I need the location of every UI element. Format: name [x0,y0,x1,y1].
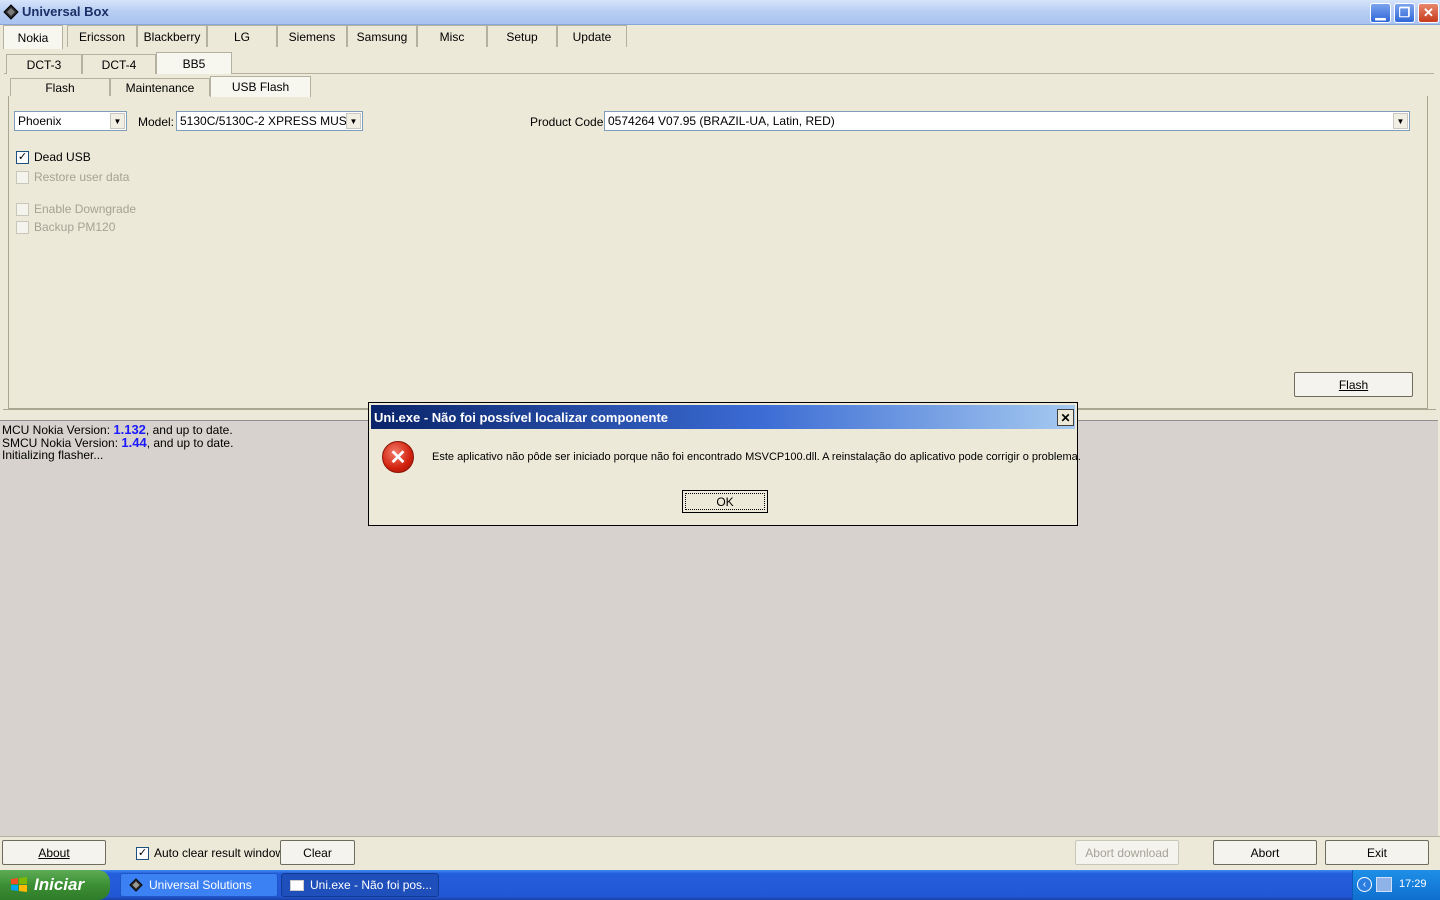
taskbar-item-uni-exe[interactable]: Uni.exe - Não foi pos... [281,873,439,897]
error-dialog: Uni.exe - Não foi possível localizar com… [368,402,1081,526]
ok-button[interactable]: OK [682,490,768,513]
clear-button[interactable]: Clear [280,840,355,865]
auto-clear-checkbox[interactable]: ✓ [136,847,149,860]
usb-flash-panel [8,96,1428,409]
dead-usb-label: Dead USB [34,150,91,164]
chevron-down-icon: ▼ [1393,113,1408,129]
network-icon[interactable] [1376,877,1392,892]
tab-siemens[interactable]: Siemens [277,25,347,47]
error-icon: ✕ [382,441,414,473]
tab-ericsson[interactable]: Ericsson [67,25,137,47]
backup-pm120-label: Backup PM120 [34,220,116,234]
tab-bb5[interactable]: BB5 [156,52,232,74]
tab-usb-flash[interactable]: USB Flash [210,76,311,97]
log-line: Initializing flasher... [2,448,104,462]
app-icon [129,878,143,892]
model-select[interactable]: 5130C/5130C-2 XPRESS MUSIC ( ▼ [176,111,363,131]
taskbar-item-universal-solutions[interactable]: Universal Solutions [120,873,278,897]
checkmark-icon: ✓ [17,151,28,163]
taskbar: Iniciar Universal Solutions Uni.exe - Nã… [0,870,1440,900]
app-icon [3,4,19,20]
tab-lg[interactable]: LG [207,25,277,47]
dead-usb-checkbox[interactable]: ✓ [16,151,29,164]
windows-logo-icon [11,877,27,892]
tab-samsung[interactable]: Samsung [347,25,417,47]
enable-downgrade-label: Enable Downgrade [34,202,137,216]
minimize-icon: ▁ [1375,5,1386,20]
window-title: Universal Box [22,4,109,19]
clock: 17:29 [1399,878,1427,890]
dialog-title: Uni.exe - Não foi possível localizar com… [374,410,669,425]
chevron-down-icon: ▼ [110,113,125,129]
restore-button[interactable]: ❐ [1394,3,1415,23]
dialog-title-bar[interactable]: Uni.exe - Não foi possível localizar com… [371,405,1075,429]
product-code-label: Product Code: [530,115,607,129]
abort-download-button[interactable]: Abort download [1075,840,1179,865]
tab-setup[interactable]: Setup [487,25,557,47]
tab-update[interactable]: Update [557,25,627,47]
auto-clear-label: Auto clear result window [154,846,285,860]
tab-nokia[interactable]: Nokia [3,25,63,49]
enable-downgrade-checkbox[interactable] [16,203,29,216]
dialog-message: Este aplicativo não pôde ser iniciado po… [432,451,1081,463]
close-icon: ✕ [1060,410,1071,425]
about-button[interactable]: About [2,840,106,865]
mode-select[interactable]: Phoenix ▼ [14,111,127,131]
start-button[interactable]: Iniciar [0,870,110,900]
close-button[interactable]: ✕ [1418,3,1439,23]
close-icon: ✕ [1423,5,1434,20]
chevron-down-icon: ▼ [346,113,361,129]
tab-maintenance[interactable]: Maintenance [110,78,210,97]
checkmark-icon: ✓ [137,847,148,859]
restore-user-data-label: Restore user data [34,170,130,184]
exit-button[interactable]: Exit [1325,840,1429,865]
minimize-button[interactable]: ▁ [1370,3,1391,23]
title-bar[interactable]: Universal Box ▁ ❐ ✕ [0,0,1440,25]
tab-blackberry[interactable]: Blackberry [137,25,207,47]
backup-pm120-checkbox[interactable] [16,221,29,234]
restore-user-data-checkbox[interactable] [16,171,29,184]
window-icon [290,879,304,891]
tab-dct3[interactable]: DCT-3 [6,54,82,74]
tab-flash[interactable]: Flash [10,78,110,97]
model-label: Model: [138,115,175,129]
tray-expand-icon[interactable]: ‹ [1357,877,1372,892]
dialog-close-button[interactable]: ✕ [1057,409,1074,426]
abort-button[interactable]: Abort [1213,840,1317,865]
system-tray: ‹ 17:29 [1352,870,1440,900]
restore-icon: ❐ [1398,5,1411,20]
tab-misc[interactable]: Misc [417,25,487,47]
tab-dct4[interactable]: DCT-4 [82,54,156,74]
product-code-select[interactable]: 0574264 V07.95 (BRAZIL-UA, Latin, RED) ▼ [604,111,1410,131]
flash-button[interactable]: Flash [1294,372,1413,397]
